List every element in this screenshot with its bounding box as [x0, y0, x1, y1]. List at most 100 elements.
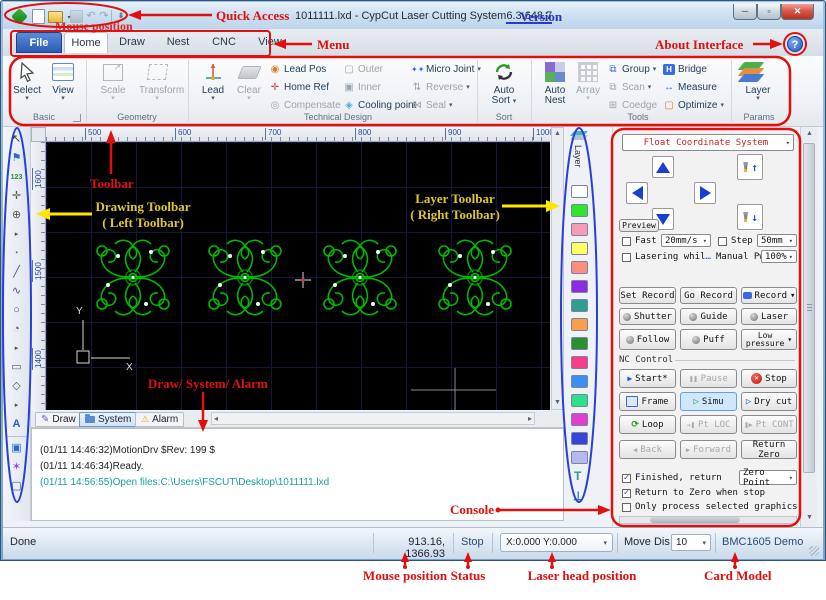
loop-button[interactable]: ⟳ Loop	[619, 415, 676, 434]
measure-item[interactable]: ↔ Measure	[663, 80, 717, 95]
tab-nest[interactable]: Nest	[156, 32, 200, 53]
select-tool-icon[interactable]: ↖	[7, 131, 26, 148]
layer-swatch[interactable]	[571, 223, 588, 236]
layer-swatch[interactable]	[571, 337, 588, 350]
auto-nest-button[interactable]: Auto Nest	[537, 59, 573, 111]
spline-tool-icon[interactable]: ∿	[7, 283, 26, 300]
tab-draw-doc[interactable]: ✎ Draw	[35, 412, 82, 427]
jog-left-button[interactable]	[626, 182, 648, 204]
clear-button[interactable]: Clear ▾	[231, 59, 267, 111]
low-pressure-button[interactable]: Low pressure ▾	[741, 329, 797, 350]
cooling-point-item[interactable]: ◈ Cooling point	[343, 98, 416, 113]
rect-tool-icon[interactable]: ▭	[7, 359, 26, 376]
reverse-item[interactable]: ⇅ Reverse ▾	[411, 80, 470, 95]
lasering-checkbox[interactable]	[622, 253, 631, 262]
roundrect-tool-icon[interactable]: ▢	[7, 478, 26, 495]
lead-pos-item[interactable]: ◉ Lead Pos	[269, 62, 327, 77]
jog-right-button[interactable]	[694, 182, 716, 204]
step-dropdown[interactable]: 50mm ▾	[757, 234, 797, 247]
lead-button[interactable]: Lead ▾	[195, 59, 231, 111]
layer-swatch[interactable]	[571, 432, 588, 445]
pt-cont-button[interactable]: ❚▶ Pt CONT	[741, 415, 797, 434]
tab-system-doc[interactable]: System	[79, 412, 138, 427]
back-button[interactable]: ◀ Back	[619, 440, 676, 459]
canvas-horizontal-scrollbar[interactable]: ◂ ▸	[211, 412, 535, 425]
new-file-icon[interactable]	[32, 9, 45, 24]
layer-swatch[interactable]	[571, 356, 588, 369]
forward-button[interactable]: ▶ Forward	[680, 440, 737, 459]
pause-button[interactable]: ❚❚ Pause	[680, 369, 737, 388]
polygon-tool-icon[interactable]: ◇	[7, 378, 26, 395]
wand-tool-icon[interactable]: ✶	[7, 459, 26, 476]
auto-sort-button[interactable]: Auto Sort ▾	[483, 59, 525, 111]
panel-horizontal-scrollbar[interactable]	[619, 516, 797, 524]
zero-point-dropdown[interactable]: Zero Point ▾	[739, 468, 797, 488]
view-button[interactable]: View ▾	[45, 59, 81, 111]
laser-button[interactable]: Laser	[741, 308, 797, 325]
frame-button[interactable]: Frame	[619, 392, 676, 411]
array-button[interactable]: Array ▾	[573, 59, 603, 111]
record-button[interactable]: Record ▾	[741, 287, 797, 304]
flyout-arrow-icon[interactable]: ▸	[7, 397, 26, 414]
layer-swatch[interactable]	[571, 204, 588, 217]
circle-tool-icon[interactable]: ○	[7, 302, 26, 319]
snap-tool-icon[interactable]: ⚑	[7, 150, 26, 167]
shutter-button[interactable]: Shutter	[619, 308, 676, 325]
return-zero-checkbox[interactable]: ✓	[622, 489, 631, 498]
close-button[interactable]: ✕	[781, 4, 814, 20]
fast-speed-dropdown[interactable]: 20mm/s ▾	[661, 234, 711, 247]
pie-tool-icon[interactable]: ◔	[7, 321, 26, 338]
return-zero-button[interactable]: Return Zero	[741, 440, 797, 460]
scroll-left-icon[interactable]: ◂	[214, 414, 218, 423]
tab-draw[interactable]: Draw	[110, 32, 154, 53]
maximize-button[interactable]: ▫	[757, 4, 781, 20]
flyout-arrow-icon[interactable]: ▸	[7, 226, 26, 243]
laser-position-dropdown[interactable]: X:0.000 Y:0.000 ▾	[500, 533, 613, 552]
follow-button[interactable]: Follow	[619, 329, 676, 350]
simu-button[interactable]: ▷ Simu	[680, 392, 737, 411]
t-tool-icon[interactable]: T	[574, 469, 581, 483]
finished-return-checkbox[interactable]: ✓	[622, 474, 631, 483]
point-tool-icon[interactable]: ∙	[7, 245, 26, 262]
only-selected-checkbox[interactable]	[622, 503, 631, 512]
help-icon[interactable]: ?	[787, 36, 803, 52]
layer-swatch[interactable]	[571, 394, 588, 407]
transform-button[interactable]: Transform ▾	[139, 59, 184, 111]
panel-vertical-scrollbar[interactable]: ▲ ▼	[800, 127, 817, 527]
guide-button[interactable]: Guide	[680, 308, 737, 325]
jog-up-button[interactable]	[652, 156, 674, 178]
home-ref-item[interactable]: ✛ Home Ref	[269, 80, 329, 95]
layer-swatch[interactable]	[571, 299, 588, 312]
pt-loc-button[interactable]: →❚ Pt LOC	[680, 415, 737, 434]
manual-pw-dropdown[interactable]: 100% ▾	[761, 250, 797, 263]
layer-swatch[interactable]	[571, 413, 588, 426]
inner-item[interactable]: ▣ Inner	[343, 80, 381, 95]
scale-button[interactable]: ↗ Scale ▾	[95, 59, 131, 111]
stop-button[interactable]: ✕ Stop	[741, 369, 797, 388]
layer-swatch[interactable]	[571, 242, 588, 255]
scroll-up-icon[interactable]: ▲	[552, 128, 563, 140]
layer-swatch[interactable]	[571, 280, 588, 293]
layer-button[interactable]: Layer ▾	[737, 59, 779, 111]
compensate-item[interactable]: ◎ Compensate	[269, 98, 341, 113]
z-down-button[interactable]: ↓	[737, 204, 763, 230]
pan-tool-icon[interactable]: ✛	[7, 188, 26, 205]
layer-swatch[interactable]	[571, 375, 588, 388]
dimension-tool-icon[interactable]: 123	[7, 169, 26, 186]
zoom-tool-icon[interactable]: ⊕	[7, 207, 26, 224]
preview-button[interactable]: Preview	[619, 219, 659, 232]
scrollbar-thumb[interactable]	[650, 517, 740, 523]
canvas-vertical-scrollbar[interactable]: ▲ ▼	[551, 127, 564, 410]
start-button[interactable]: ▶ Start*	[619, 369, 676, 388]
puff-button[interactable]: Puff	[680, 329, 737, 350]
resize-grip[interactable]	[809, 546, 819, 556]
text-tool-icon[interactable]: A	[7, 416, 26, 433]
tab-alarm-doc[interactable]: ⚠ Alarm	[135, 412, 185, 427]
tab-file[interactable]: File	[16, 32, 62, 53]
flyout-arrow-icon[interactable]: ▸	[7, 340, 26, 357]
group-item[interactable]: ⧉ Group ▾	[607, 62, 656, 77]
coedge-item[interactable]: ⊞ Coedge	[607, 98, 657, 113]
go-record-button[interactable]: Go Record	[680, 287, 737, 304]
group-expander-icon[interactable]	[73, 114, 81, 122]
seal-item[interactable]: ⋈ Seal ▾	[411, 98, 453, 113]
